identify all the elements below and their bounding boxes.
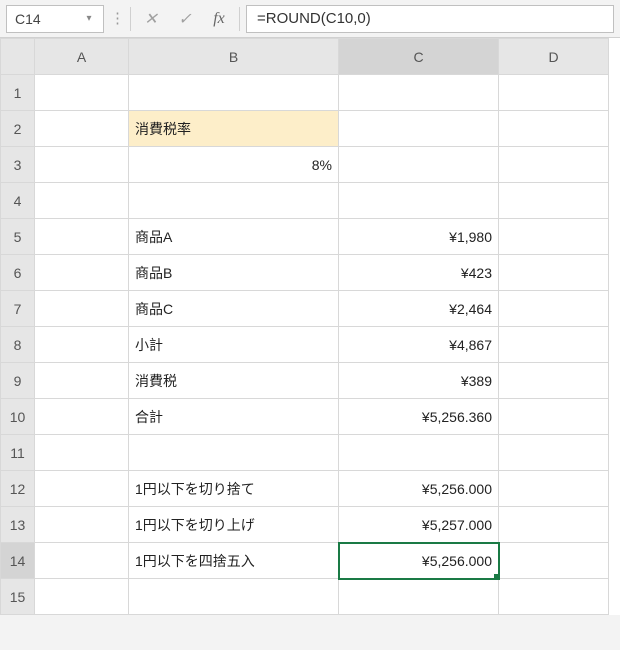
row-header-6[interactable]: 6 [1, 255, 35, 291]
row-header-5[interactable]: 5 [1, 219, 35, 255]
spreadsheet-grid[interactable]: A B C D 1 2 消費税率 3 8% 4 5 商品A ¥1,980 [0, 38, 620, 615]
cell-b13[interactable]: 1円以下を切り上げ [129, 507, 339, 543]
formula-input[interactable]: =ROUND(C10,0) [246, 5, 614, 33]
cell-c2[interactable] [339, 111, 499, 147]
cell-d5[interactable] [499, 219, 609, 255]
cell-d9[interactable] [499, 363, 609, 399]
cell-d8[interactable] [499, 327, 609, 363]
cell-c11[interactable] [339, 435, 499, 471]
row-header-10[interactable]: 10 [1, 399, 35, 435]
col-header-c[interactable]: C [339, 39, 499, 75]
cell-d6[interactable] [499, 255, 609, 291]
cell-c1[interactable] [339, 75, 499, 111]
row-header-13[interactable]: 13 [1, 507, 35, 543]
cell-b10[interactable]: 合計 [129, 399, 339, 435]
cell-d12[interactable] [499, 471, 609, 507]
cell-a15[interactable] [35, 579, 129, 615]
row-header-15[interactable]: 15 [1, 579, 35, 615]
cell-a1[interactable] [35, 75, 129, 111]
divider [130, 7, 131, 31]
cell-d4[interactable] [499, 183, 609, 219]
cancel-icon[interactable]: ✕ [137, 5, 165, 33]
enter-icon[interactable]: ✓ [171, 5, 199, 33]
row-header-9[interactable]: 9 [1, 363, 35, 399]
cell-c4[interactable] [339, 183, 499, 219]
cell-a3[interactable] [35, 147, 129, 183]
cell-b3[interactable]: 8% [129, 147, 339, 183]
cell-b8[interactable]: 小計 [129, 327, 339, 363]
cell-c8[interactable]: ¥4,867 [339, 327, 499, 363]
resizer-dots-icon: ⋮ [110, 15, 124, 23]
col-header-a[interactable]: A [35, 39, 129, 75]
cell-a13[interactable] [35, 507, 129, 543]
cell-c3[interactable] [339, 147, 499, 183]
col-header-d[interactable]: D [499, 39, 609, 75]
select-all-corner[interactable] [1, 39, 35, 75]
row-header-1[interactable]: 1 [1, 75, 35, 111]
row-header-14[interactable]: 14 [1, 543, 35, 579]
cell-a12[interactable] [35, 471, 129, 507]
row-header-7[interactable]: 7 [1, 291, 35, 327]
row-header-2[interactable]: 2 [1, 111, 35, 147]
cell-a9[interactable] [35, 363, 129, 399]
cell-d15[interactable] [499, 579, 609, 615]
cell-c5[interactable]: ¥1,980 [339, 219, 499, 255]
cell-d13[interactable] [499, 507, 609, 543]
cell-b6[interactable]: 商品B [129, 255, 339, 291]
cell-d14[interactable] [499, 543, 609, 579]
row-header-3[interactable]: 3 [1, 147, 35, 183]
row-header-11[interactable]: 11 [1, 435, 35, 471]
chevron-down-icon[interactable]: ▾ [83, 13, 95, 24]
cell-b4[interactable] [129, 183, 339, 219]
col-header-b[interactable]: B [129, 39, 339, 75]
cell-d2[interactable] [499, 111, 609, 147]
cell-b14[interactable]: 1円以下を四捨五入 [129, 543, 339, 579]
row-header-8[interactable]: 8 [1, 327, 35, 363]
cell-a2[interactable] [35, 111, 129, 147]
cell-a8[interactable] [35, 327, 129, 363]
cell-b2[interactable]: 消費税率 [129, 111, 339, 147]
cell-a4[interactable] [35, 183, 129, 219]
cell-b1[interactable] [129, 75, 339, 111]
cell-c15[interactable] [339, 579, 499, 615]
fx-icon[interactable]: fx [205, 5, 233, 33]
name-box[interactable]: C14 ▾ [6, 5, 104, 33]
formula-bar: C14 ▾ ⋮ ✕ ✓ fx =ROUND(C10,0) [0, 0, 620, 38]
cell-b11[interactable] [129, 435, 339, 471]
cell-c13[interactable]: ¥5,257.000 [339, 507, 499, 543]
cell-c6[interactable]: ¥423 [339, 255, 499, 291]
formula-text: =ROUND(C10,0) [257, 10, 371, 27]
cell-b5[interactable]: 商品A [129, 219, 339, 255]
cell-b12[interactable]: 1円以下を切り捨て [129, 471, 339, 507]
cell-d10[interactable] [499, 399, 609, 435]
cell-d7[interactable] [499, 291, 609, 327]
cell-a6[interactable] [35, 255, 129, 291]
cell-c9[interactable]: ¥389 [339, 363, 499, 399]
row-header-4[interactable]: 4 [1, 183, 35, 219]
cell-a11[interactable] [35, 435, 129, 471]
name-box-value: C14 [15, 11, 41, 27]
cell-c12[interactable]: ¥5,256.000 [339, 471, 499, 507]
cell-b9[interactable]: 消費税 [129, 363, 339, 399]
cell-a7[interactable] [35, 291, 129, 327]
cell-a10[interactable] [35, 399, 129, 435]
cell-c14[interactable]: ¥5,256.000 [339, 543, 499, 579]
cell-b7[interactable]: 商品C [129, 291, 339, 327]
cell-d3[interactable] [499, 147, 609, 183]
cell-d11[interactable] [499, 435, 609, 471]
divider [239, 7, 240, 31]
row-header-12[interactable]: 12 [1, 471, 35, 507]
cell-c7[interactable]: ¥2,464 [339, 291, 499, 327]
cell-a14[interactable] [35, 543, 129, 579]
cell-a5[interactable] [35, 219, 129, 255]
cell-d1[interactable] [499, 75, 609, 111]
cell-b15[interactable] [129, 579, 339, 615]
cell-c10[interactable]: ¥5,256.360 [339, 399, 499, 435]
